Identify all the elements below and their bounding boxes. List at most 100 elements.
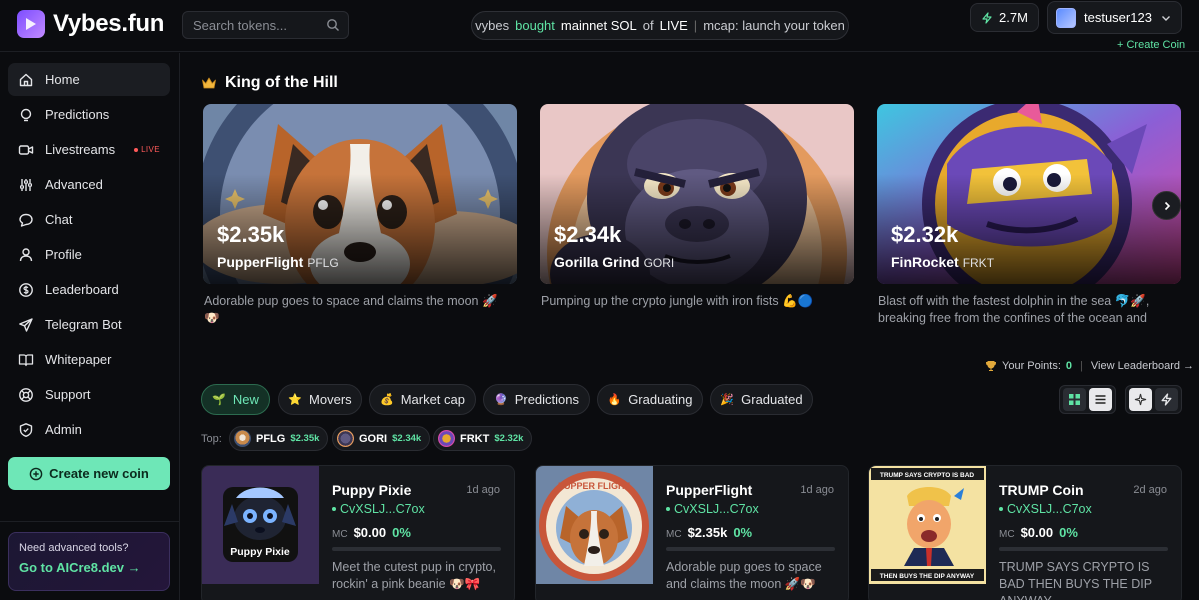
search-icon[interactable] [326, 18, 340, 37]
view-leaderboard-link[interactable]: View Leaderboard → [1091, 360, 1194, 372]
user-menu[interactable]: testuser123 [1047, 1, 1182, 34]
filter-new[interactable]: 🌱 New [201, 384, 270, 415]
coin-name: Puppy Pixie [332, 482, 412, 498]
filter-market-cap[interactable]: 💰 Market cap [369, 384, 476, 415]
chevron-down-icon [1161, 15, 1170, 21]
token-image-text: PUPPER FLIGHT [558, 481, 631, 491]
promo-link[interactable]: Go to AICre8.dev → [19, 560, 159, 575]
points-separator: | [1080, 360, 1083, 372]
koth-market-cap: $2.34k [554, 222, 622, 247]
section-title: King of the Hill [201, 74, 338, 92]
sidebar-item-whitepaper[interactable]: Whitepaper [8, 343, 170, 376]
koth-card[interactable]: $2.35k PupperFlight PFLG [203, 104, 517, 284]
koth-market-cap: $2.35k [217, 222, 285, 247]
sidebar-item-label: Chat [45, 212, 73, 227]
koth-symbol: PFLG [307, 256, 339, 270]
coin-address[interactable]: CvXSLJ...C7ox [999, 502, 1092, 516]
top-chip-symbol: FRKT [460, 432, 490, 445]
live-badge: LIVE [134, 145, 160, 154]
sidebar-item-chat[interactable]: Chat [8, 203, 170, 236]
coin-card[interactable]: TRUMP SAYS CRYPTO IS BAD THEN BUYS THE D… [868, 465, 1182, 600]
koth-symbol: GORI [643, 256, 675, 270]
koth-card[interactable]: $2.32k FinRocket FRKT [877, 104, 1181, 284]
filter-graduating[interactable]: 🔥 Graduating [597, 384, 703, 415]
points-line: Your Points: 0 | View Leaderboard → [985, 360, 1194, 372]
sidebar-item-home[interactable]: Home [8, 63, 170, 96]
coin-market-cap: MC $0.00 0% [999, 525, 1078, 540]
create-new-coin-button[interactable]: Create new coin [8, 457, 170, 490]
moneybag-icon: 💰 [379, 394, 394, 406]
points-label: Your Points: [1002, 360, 1061, 372]
sparkle-mode-button[interactable] [1129, 388, 1152, 411]
koth-description: Pumping up the crypto jungle with iron f… [541, 294, 814, 308]
top-chip[interactable]: PFLG $2.35k [229, 426, 329, 451]
crown-icon [202, 77, 216, 89]
coin-address-text: CvXSLJ...C7ox [340, 502, 425, 516]
chevron-right-icon [1164, 201, 1170, 210]
lightning-mode-button[interactable] [1155, 388, 1178, 411]
logo-icon [17, 10, 45, 38]
top-chip-mc: $2.34k [392, 433, 422, 444]
create-coin-link[interactable]: + Create Coin [1117, 39, 1185, 51]
logo[interactable]: Vybes.fun [17, 10, 164, 38]
dollar-circle-icon [19, 282, 33, 297]
ticker-user: vybes [475, 18, 510, 33]
list-view-button[interactable] [1089, 388, 1112, 411]
coin-description: TRUMP SAYS CRYPTO IS BAD THEN BUYS THE D… [999, 560, 1152, 600]
sidebar-item-predictions[interactable]: Predictions [8, 98, 170, 131]
mc-label: MC [666, 529, 682, 540]
coin-address[interactable]: CvXSLJ...C7ox [332, 502, 425, 516]
koth-name-text: Gorilla Grind [554, 254, 640, 270]
live-dot-icon [134, 147, 139, 152]
book-icon [18, 353, 34, 366]
mc-change: 0% [733, 525, 753, 540]
lightning-icon [1161, 393, 1172, 406]
points-badge[interactable]: 2.7M [970, 3, 1039, 32]
coin-address-text: CvXSLJ...C7ox [674, 502, 759, 516]
home-icon [19, 73, 33, 86]
sidebar-item-admin[interactable]: Admin [8, 413, 170, 446]
sidebar-item-advanced[interactable]: Advanced [8, 168, 170, 201]
koth-card[interactable]: $2.34k Gorilla Grind GORI [540, 104, 854, 284]
ticker-of: of [642, 18, 654, 33]
bonding-progress-bar [666, 547, 835, 551]
coin-card[interactable]: Puppy Pixie Puppy Pixie 1d ago CvXSLJ...… [201, 465, 515, 600]
ticker-mcap: mcap: launch your token [703, 18, 845, 33]
top-chip[interactable]: GORI $2.34k [332, 426, 431, 451]
coin-address[interactable]: CvXSLJ...C7ox [666, 502, 759, 516]
activity-ticker[interactable]: vybes bought mainnet SOL of LIVE | mcap:… [471, 11, 849, 40]
filter-graduated[interactable]: 🎉 Graduated [710, 384, 813, 415]
top-bar: Vybes.fun vybes bought mainnet SOL of LI… [0, 0, 1199, 52]
koth-description: Blast off with the fastest dolphin in th… [878, 294, 1150, 325]
search-input[interactable] [193, 17, 323, 33]
lightbulb-icon [20, 108, 32, 121]
promo-card[interactable]: Need advanced tools? Go to AICre8.dev → [8, 532, 170, 591]
sidebar-item-telegram-bot[interactable]: Telegram Bot [8, 308, 170, 341]
coin-name: TRUMP Coin [999, 482, 1084, 498]
filter-predictions[interactable]: 🔮 Predictions [483, 384, 590, 415]
sidebar-item-livestreams[interactable]: Livestreams LIVE [8, 133, 170, 166]
sidebar-item-leaderboard[interactable]: Leaderboard [8, 273, 170, 306]
address-dot-icon [999, 507, 1003, 511]
filter-label: Graduated [741, 392, 803, 407]
ticker-status: LIVE [659, 18, 688, 33]
token-image: TRUMP SAYS CRYPTO IS BAD THEN BUYS THE D… [869, 466, 986, 584]
sidebar-item-label: Advanced [45, 177, 103, 192]
trophy-icon [985, 361, 997, 371]
filter-label: New [232, 392, 259, 407]
filter-label: Movers [309, 392, 352, 407]
sidebar-item-profile[interactable]: Profile [8, 238, 170, 271]
search-box[interactable] [182, 11, 349, 39]
token-image: PUPPER FLIGHT [536, 466, 653, 584]
coin-card[interactable]: PUPPER FLIGHT PupperFlight 1d ago CvXSLJ… [535, 465, 849, 600]
top-chip[interactable]: FRKT $2.32k [433, 426, 533, 451]
carousel-next-button[interactable] [1152, 191, 1181, 220]
sparkle-icon [1134, 393, 1147, 406]
coin-description: Meet the cutest pup in crypto, rockin' a… [332, 560, 496, 591]
filter-movers[interactable]: ⭐ Movers [278, 384, 362, 415]
mc-value: $0.00 [1020, 525, 1054, 540]
grid-view-button[interactable] [1063, 388, 1086, 411]
coin-name: PupperFlight [666, 482, 753, 498]
coin-address-text: CvXSLJ...C7ox [1007, 502, 1092, 516]
sidebar-item-support[interactable]: Support [8, 378, 170, 411]
